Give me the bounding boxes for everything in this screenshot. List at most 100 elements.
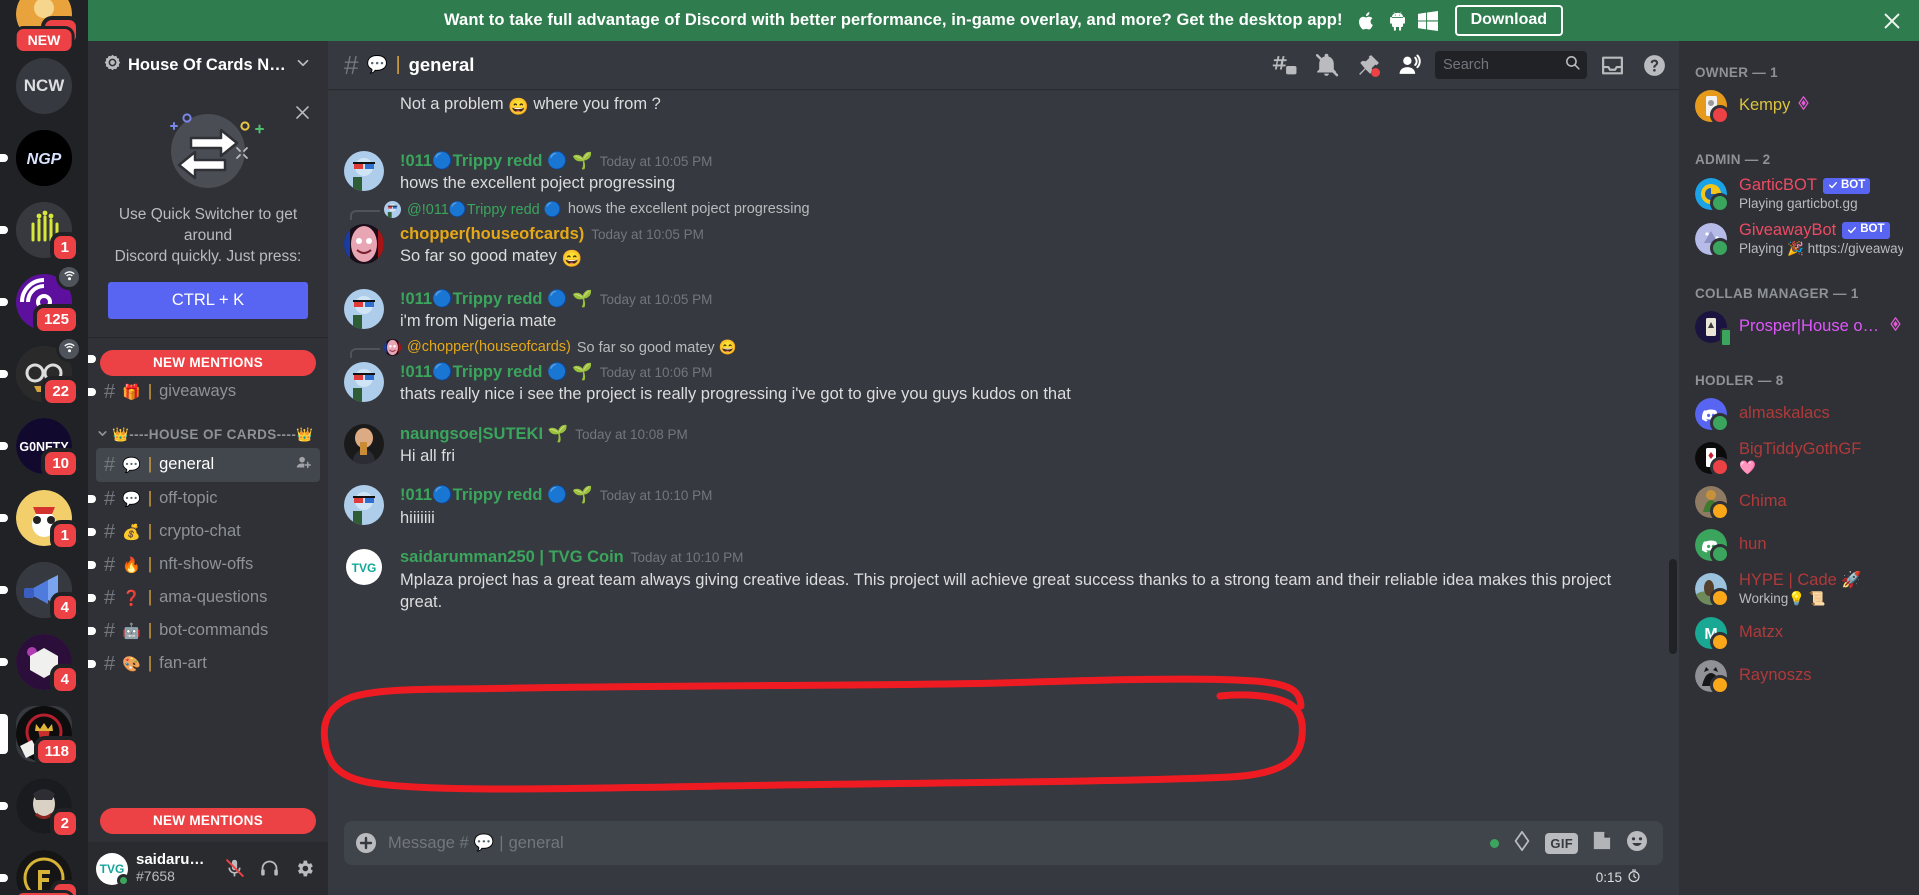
guild-ncw[interactable]: NCW bbox=[0, 50, 88, 122]
unread-pill bbox=[0, 802, 8, 810]
create-invite-icon[interactable] bbox=[295, 454, 312, 476]
hash-icon: # bbox=[104, 487, 116, 510]
member-row[interactable]: GarticBOT BOT Playing garticbot.gg bbox=[1687, 172, 1911, 216]
threads-icon[interactable] bbox=[1267, 48, 1301, 82]
pinned-messages-icon[interactable] bbox=[1351, 48, 1385, 82]
sidebar-channel-general[interactable]: # 💬 | general bbox=[96, 447, 320, 482]
channel-category[interactable]: 👑----HOUSE OF CARDS----👑 bbox=[88, 409, 328, 447]
message-input[interactable]: Message # 💬 | general bbox=[388, 834, 1490, 853]
sidebar-channel-bot-commands[interactable]: # 🤖 | bot-commands bbox=[88, 615, 320, 647]
avatar[interactable] bbox=[344, 288, 384, 329]
message-scroll-area[interactable]: Not a problem 😄 where you from ? !011🔵Tr… bbox=[328, 89, 1679, 821]
member-row[interactable]: almaskalacs bbox=[1687, 393, 1911, 435]
guild-gonfty[interactable]: G0NFTY 10 bbox=[0, 410, 88, 482]
stream-icon bbox=[56, 264, 82, 290]
search-icon[interactable] bbox=[1564, 54, 1581, 76]
message-author[interactable]: chopper(houseofcards) bbox=[400, 224, 584, 245]
close-icon[interactable] bbox=[293, 103, 312, 127]
sidebar-channel-fan-art[interactable]: # 🎨 | fan-art bbox=[88, 648, 320, 680]
chevron-down-icon[interactable] bbox=[294, 54, 312, 77]
guild-people[interactable]: 1 bbox=[0, 194, 88, 266]
mute-microphone-icon[interactable] bbox=[218, 853, 250, 885]
member-row[interactable]: Kempy bbox=[1687, 85, 1911, 127]
reply-author: @chopper(houseofcards) bbox=[407, 339, 571, 356]
composer-area: Message # 💬 | general GIF 0:15 bbox=[328, 821, 1679, 895]
reply-reference[interactable]: @!011🔵Trippy redd 🔵 hows the excellent po… bbox=[350, 199, 1663, 220]
message-author[interactable]: naungsoe|SUTEKI 🌱 bbox=[400, 424, 568, 445]
message-author[interactable]: !011🔵Trippy redd 🔵 🌱 bbox=[400, 485, 593, 506]
messages-scrollbar[interactable] bbox=[1669, 559, 1677, 654]
message-author[interactable]: saidarumman250 | TVG Coin bbox=[400, 547, 624, 568]
guild-top-partial[interactable]: 28NEW bbox=[0, 0, 88, 54]
user-panel-controls bbox=[218, 853, 320, 885]
search-box[interactable] bbox=[1435, 51, 1587, 79]
avatar[interactable] bbox=[344, 223, 384, 264]
quick-switcher-button[interactable]: CTRL + K bbox=[108, 281, 308, 319]
message-author[interactable]: !011🔵Trippy redd 🔵 🌱 bbox=[400, 289, 593, 310]
member-row[interactable]: Chima bbox=[1687, 481, 1911, 523]
chevron-down-icon[interactable] bbox=[96, 427, 109, 443]
avatar[interactable]: TVG bbox=[96, 852, 130, 887]
nitro-gift-icon[interactable] bbox=[1511, 829, 1533, 858]
help-icon[interactable] bbox=[1637, 48, 1671, 82]
message-author[interactable]: !011🔵Trippy redd 🔵 🌱 bbox=[400, 151, 593, 172]
avatar[interactable] bbox=[344, 485, 384, 526]
gear-icon[interactable] bbox=[288, 853, 320, 885]
guild-megaphone[interactable]: 4 bbox=[0, 554, 88, 626]
guild-glasses[interactable]: 22 bbox=[0, 336, 88, 410]
sidebar-channel-ama-questions[interactable]: # ❓ | ama-questions bbox=[88, 582, 320, 614]
new-mentions-banner-top[interactable]: NEW MENTIONS bbox=[100, 349, 316, 376]
new-mentions-banner-bottom[interactable]: NEW MENTIONS bbox=[100, 808, 316, 834]
message-emoji: 😄 bbox=[508, 98, 529, 116]
member-row[interactable]: hun bbox=[1687, 524, 1911, 566]
member-row[interactable]: HYPE | Cade 🚀 Working💡 📜 bbox=[1687, 567, 1911, 611]
message-group: @!011🔵Trippy redd 🔵 hows the excellent po… bbox=[328, 199, 1663, 275]
headphones-icon[interactable] bbox=[253, 853, 285, 885]
server-header[interactable]: House Of Cards NFT bbox=[88, 41, 328, 89]
avatar[interactable] bbox=[344, 423, 384, 464]
channel-list[interactable]: #🐦|twitter-raid#🎁|giveaways👑----HOUSE OF… bbox=[88, 338, 328, 842]
sidebar-channel-off-topic[interactable]: # 💬 | off-topic bbox=[88, 483, 320, 515]
sidebar-channel-giveaways[interactable]: # 🎁 | giveaways bbox=[88, 376, 320, 408]
sidebar-channel-crypto-chat[interactable]: # 💰 | crypto-chat bbox=[88, 516, 320, 548]
message-group: TVG saidarumman250 | TVG Coin Today at 1… bbox=[328, 533, 1663, 617]
avatar[interactable] bbox=[344, 361, 384, 402]
apple-icon bbox=[1357, 10, 1377, 32]
channel-separator: | bbox=[147, 588, 153, 607]
clock-icon bbox=[1627, 868, 1641, 886]
member-list[interactable]: OWNER — 1 Kempy ADMIN — 2 GarticBOT BOT P… bbox=[1679, 41, 1919, 895]
guild-ngp[interactable]: NGP bbox=[0, 122, 88, 194]
member-row[interactable]: GiveawayBot BOT Playing 🎉 https://giveawa… bbox=[1687, 217, 1911, 261]
close-icon[interactable] bbox=[1881, 10, 1903, 32]
unread-badge: 4 bbox=[49, 664, 80, 695]
message-body: !011🔵Trippy redd 🔵 🌱 Today at 10:05 PM i… bbox=[400, 289, 1615, 333]
avatar[interactable] bbox=[344, 151, 384, 191]
reply-reference[interactable]: @chopper(houseofcards) So far so good mat… bbox=[350, 337, 1663, 358]
download-button[interactable]: Download bbox=[1454, 5, 1564, 36]
emoji-picker-icon[interactable] bbox=[1625, 829, 1649, 858]
sidebar-channel-nft-show-offs[interactable]: # 🔥 | nft-show-offs bbox=[88, 549, 320, 581]
server-rail[interactable]: 28NEW NCW NGP 1 125 22G0NFTY10 1 4 4 118 22NEW bbox=[0, 0, 88, 895]
guild-panda[interactable]: 1 bbox=[0, 482, 88, 554]
member-row[interactable]: M Matzx bbox=[1687, 612, 1911, 654]
notifications-muted-bell-icon[interactable] bbox=[1309, 48, 1343, 82]
add-attachment-icon[interactable] bbox=[344, 821, 388, 865]
guild-gold-coin[interactable]: 2NEW bbox=[0, 842, 88, 895]
member-list-toggle-icon[interactable] bbox=[1393, 48, 1427, 82]
inbox-icon[interactable] bbox=[1595, 48, 1629, 82]
message-composer[interactable]: Message # 💬 | general GIF bbox=[344, 821, 1663, 865]
hash-icon: # bbox=[104, 380, 116, 403]
gif-picker-button[interactable]: GIF bbox=[1545, 832, 1578, 854]
member-row[interactable]: Raynoszs bbox=[1687, 655, 1911, 697]
avatar[interactable]: TVG bbox=[344, 547, 384, 588]
search-input[interactable] bbox=[1443, 57, 1564, 73]
sticker-picker-icon[interactable] bbox=[1590, 829, 1613, 857]
user-identity[interactable]: saidarumm... #7658 bbox=[136, 852, 210, 884]
guild-cube[interactable]: 4 bbox=[0, 626, 88, 698]
guild-purple-ring[interactable]: 125 bbox=[0, 264, 88, 338]
member-row[interactable]: Prosper|House of C... bbox=[1687, 306, 1911, 348]
message-author[interactable]: !011🔵Trippy redd 🔵 🌱 bbox=[400, 362, 593, 383]
member-row[interactable]: BigTiddyGothGF 🩷 bbox=[1687, 436, 1911, 480]
guild-joker[interactable]: 2 bbox=[0, 770, 88, 842]
guild-house-of-cards[interactable]: 118 bbox=[0, 698, 88, 770]
